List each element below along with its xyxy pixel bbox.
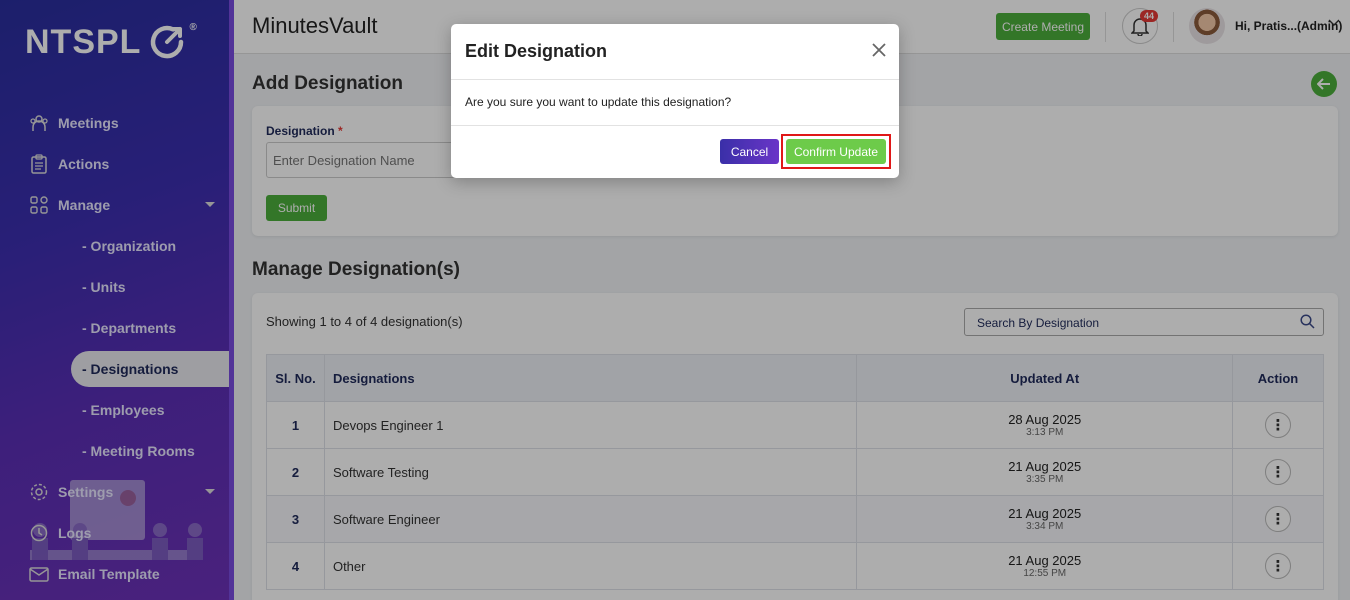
cancel-button[interactable]: Cancel: [720, 139, 779, 164]
modal-divider: [451, 125, 899, 126]
modal-title: Edit Designation: [465, 41, 608, 61]
confirm-update-button[interactable]: Confirm Update: [786, 139, 886, 164]
modal-divider: [451, 79, 899, 80]
close-icon[interactable]: [869, 40, 889, 60]
modal-message: Are you sure you want to update this des…: [465, 95, 732, 109]
edit-designation-modal: Edit Designation Are you sure you want t…: [451, 24, 899, 178]
confirm-highlight: Confirm Update: [781, 134, 891, 169]
